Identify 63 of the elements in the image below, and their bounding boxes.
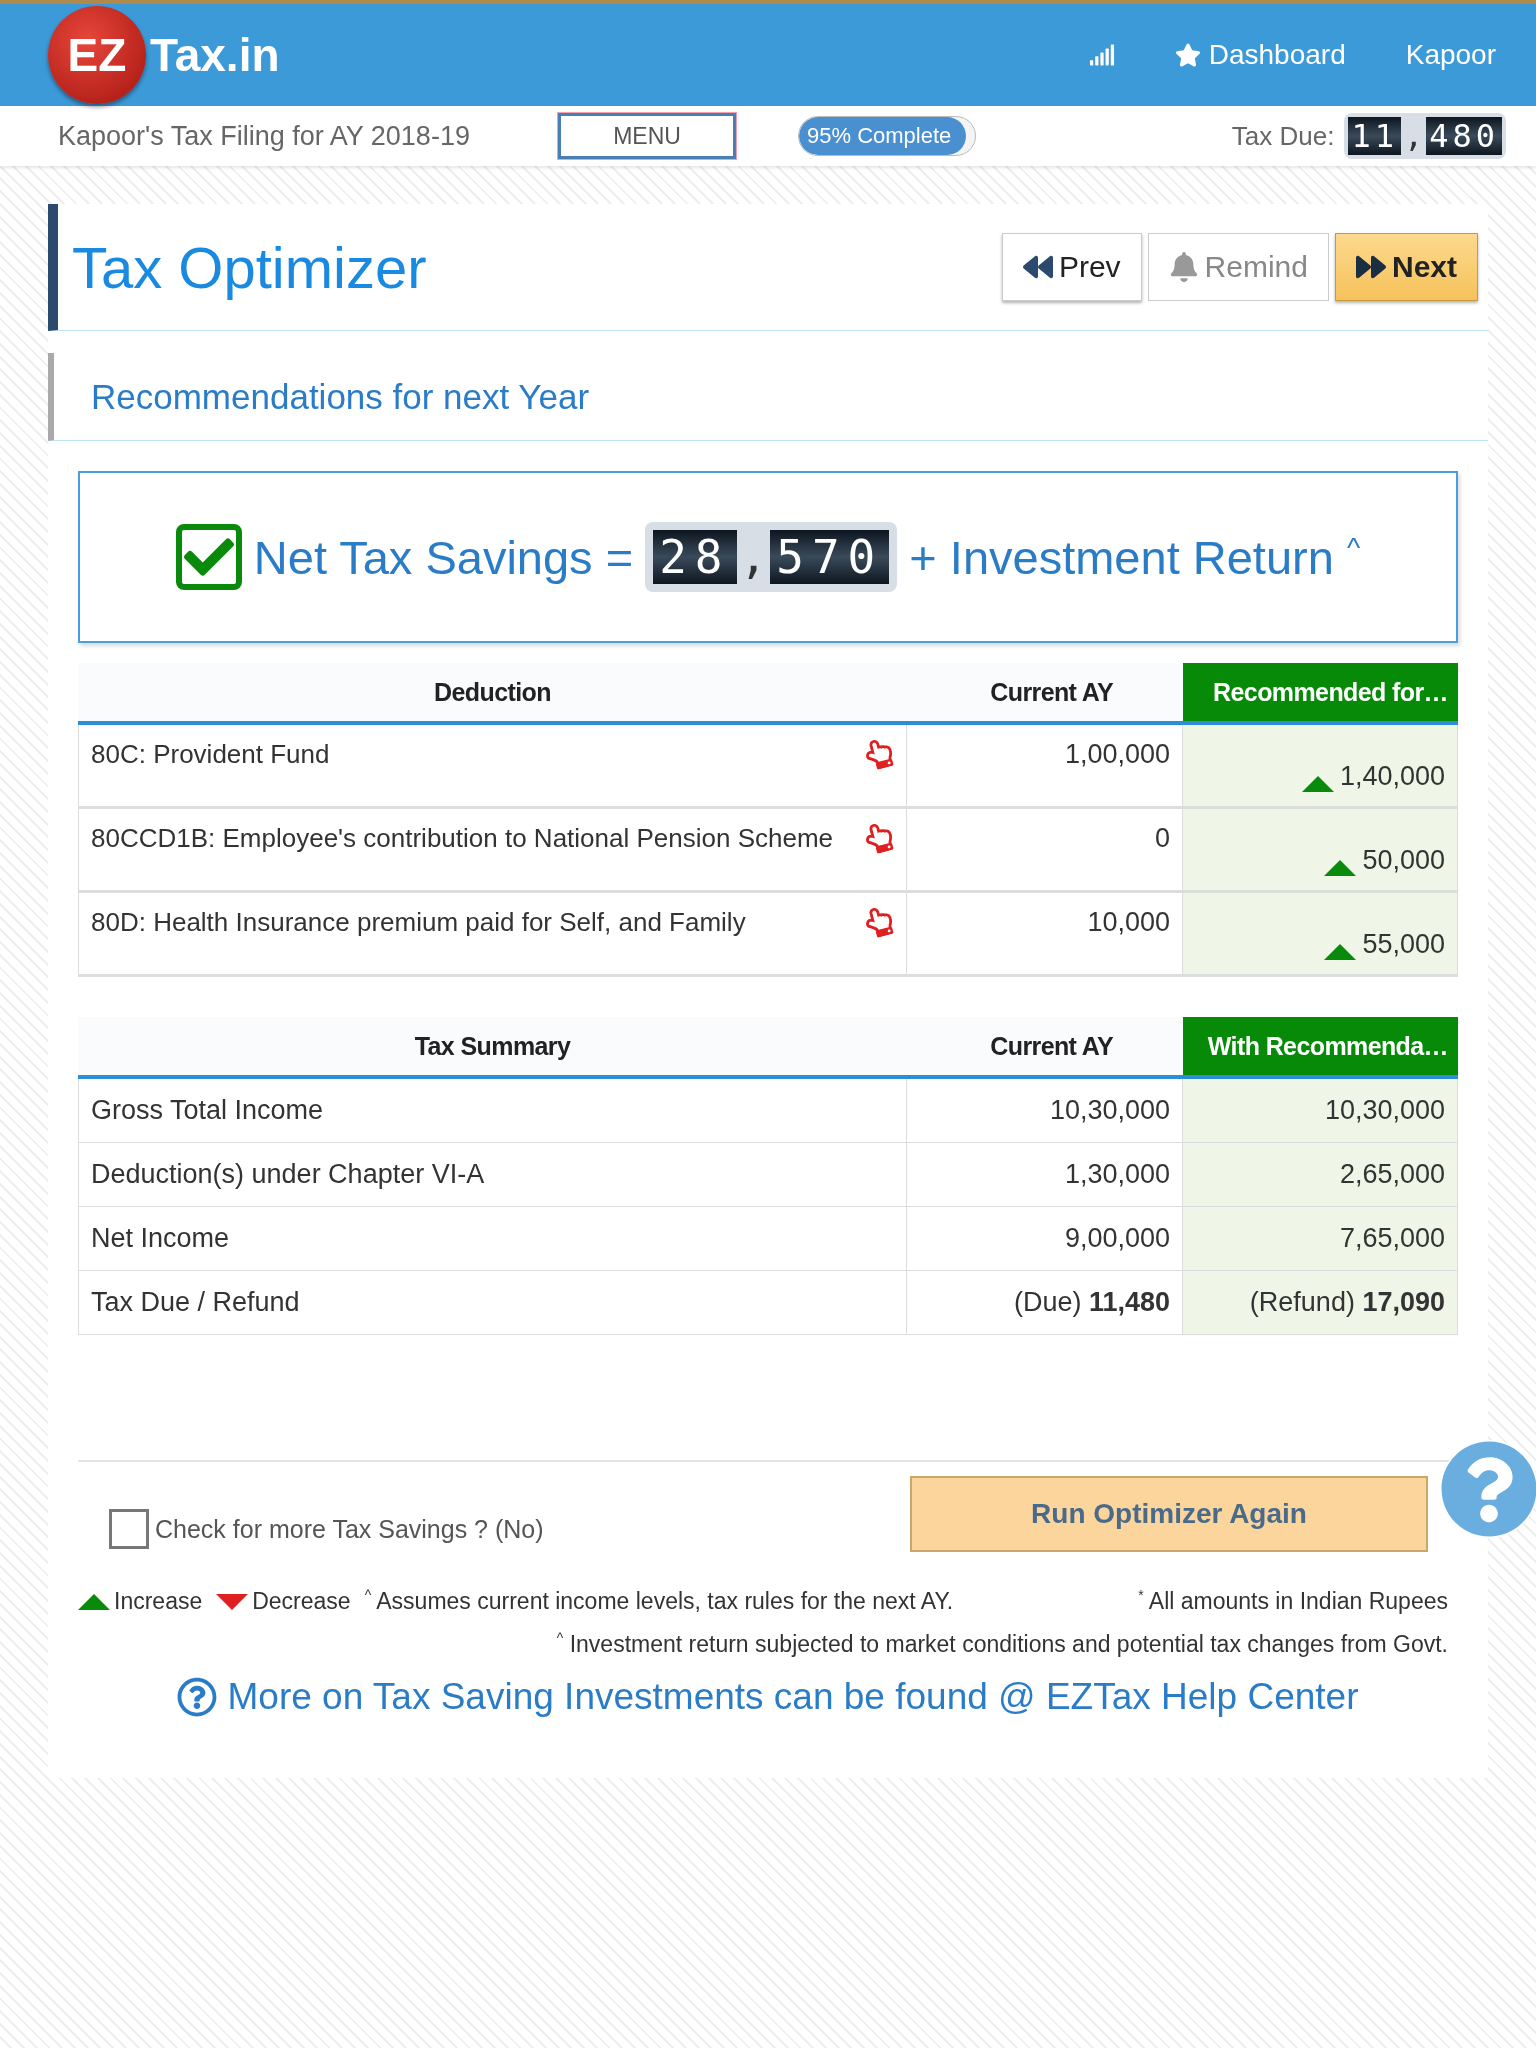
column-header: Deduction [78,663,907,725]
column-header: Recommended for… [1183,663,1458,725]
savings-counter: 28,570 [645,522,898,592]
tax-due-label: Tax Due: [1231,120,1335,152]
table-cell: Tax Due / Refund [78,1271,907,1335]
signal-icon[interactable] [1088,42,1115,68]
savings-label: Net Tax Savings = [253,529,634,585]
star-icon [1174,42,1201,68]
table-cell: 9,00,000 [907,1207,1183,1271]
checkbox[interactable] [109,1509,149,1549]
section-title: Recommendations for next Year [91,376,590,417]
table-cell: 2,65,000 [1183,1143,1458,1207]
table-cell: 80C: Provident Fund [78,725,907,809]
table-cell: 1,30,000 [907,1143,1183,1207]
table-cell: 1,40,000 [1183,725,1458,809]
table-cell: Gross Total Income [78,1079,907,1143]
next-button[interactable]: Next [1334,233,1478,301]
tax-due-counter: 11,480 [1344,113,1506,159]
table-cell: 0 [907,809,1183,893]
table-cell: 10,30,000 [1183,1079,1458,1143]
logo-badge: EZ [48,6,146,104]
help-center-link[interactable]: More on Tax Saving Investments can be found @ EZTax Help Center [48,1676,1488,1718]
column-header: Current AY [907,1017,1183,1079]
table-cell: 10,30,000 [907,1079,1183,1143]
remind-button[interactable]: Remind [1147,233,1329,301]
run-optimizer-button[interactable]: Run Optimizer Again [910,1476,1428,1552]
table-cell: 80CCD1B: Employee's contribution to National Pension Scheme [78,809,907,893]
nav-link[interactable]: Dashboard [1174,39,1346,71]
savings-suffix: + Investment Return $^{^}$ [909,529,1361,585]
column-header: Current AY [907,663,1183,725]
nav-link[interactable]: Kapoor [1405,39,1496,71]
table-cell: Net Income [78,1207,907,1271]
table-cell: 7,65,000 [1183,1207,1458,1271]
footnote: $^{*}$ All amounts in Indian Rupees [1138,1588,1448,1615]
table-cell: 80D: Health Insurance premium paid for Self, and Family [78,893,907,977]
table-cell: (Refund) 17,090 [1183,1271,1458,1335]
up-triangle-icon [1301,776,1334,792]
footnote: $^{^}$ Investment return subjected to market conditions and potential tax changes from Govt. [555,1631,1448,1658]
table-cell: (Due) 11,480 [907,1271,1183,1335]
page-title: Tax Optimizer [72,233,427,301]
table-cell: Deduction(s) under Chapter VI-A [78,1143,907,1207]
checkbox-tick-icon [175,524,242,590]
table-cell: 10,000 [907,893,1183,977]
up-triangle-icon [1324,860,1357,876]
legend-label: Increase [114,1588,203,1615]
logo-text: Tax.in [150,28,280,82]
bell-icon [1168,252,1199,282]
table-cell: 50,000 [1183,809,1458,893]
footnote: $^{^}$ Assumes current income levels, tax rules for the next AY. [364,1588,954,1615]
column-header: Tax Summary [78,1017,907,1079]
help-icon [177,1677,218,1717]
up-triangle-icon [1324,944,1357,960]
checkbox-label: Check for more Tax Savings ? (No) [155,1514,544,1544]
progress-label: 95% Complete [806,123,952,148]
table-cell: 1,00,000 [907,725,1183,809]
down-triangle-icon [216,1593,249,1610]
filing-title: Kapoor's Tax Filing for AY 2018-19 [58,120,471,152]
legend-label: Decrease [252,1588,351,1615]
prev-button[interactable]: Prev [1001,233,1142,301]
table-cell: 55,000 [1183,893,1458,977]
up-triangle-icon [78,1593,110,1610]
menu-button[interactable]: MENU [558,113,736,159]
column-header: With Recommenda… [1183,1017,1458,1079]
